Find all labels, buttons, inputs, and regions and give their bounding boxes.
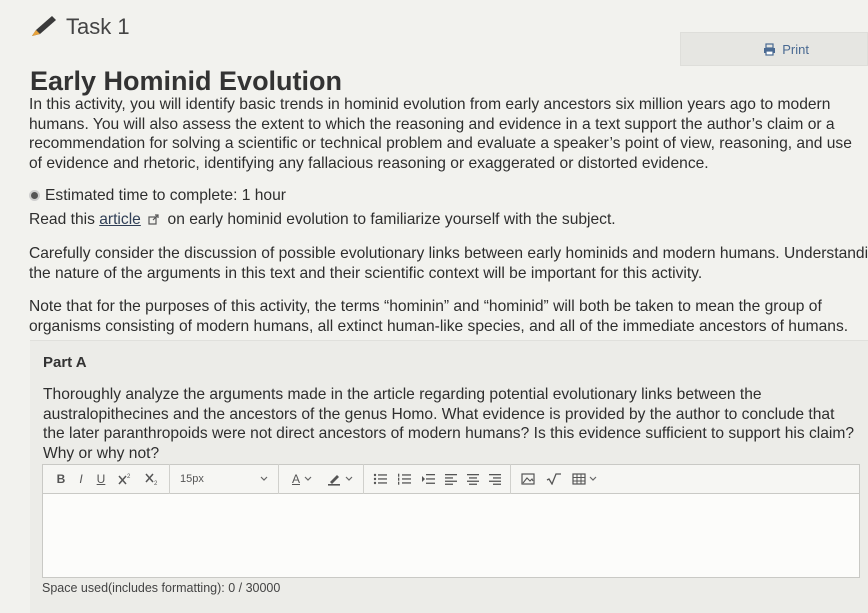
- align-center-icon: [467, 474, 479, 485]
- image-icon: [521, 473, 535, 485]
- chevron-down-icon: [589, 476, 596, 481]
- print-button[interactable]: Print: [680, 32, 868, 66]
- read-instruction: Read this article on early hominid evolu…: [29, 210, 616, 230]
- underline-button[interactable]: U: [91, 465, 111, 493]
- note-paragraph: Note that for the purposes of this activ…: [29, 298, 849, 335]
- font-color-icon: A: [291, 472, 300, 486]
- article-link[interactable]: article: [99, 211, 141, 228]
- estimated-time-text: Estimated time to complete: 1 hour: [45, 187, 286, 204]
- answer-editor[interactable]: [42, 494, 860, 578]
- page-title: Early Hominid Evolution: [30, 66, 343, 96]
- font-size-select[interactable]: 15px: [174, 465, 274, 493]
- toolbar-separator: [169, 464, 170, 494]
- superscript-button[interactable]: 2: [111, 465, 139, 493]
- align-center-button[interactable]: [462, 465, 484, 493]
- bullet-list-icon: [373, 473, 387, 485]
- consider-line-2: the nature of the arguments in this text…: [29, 264, 703, 282]
- font-color-button[interactable]: A: [283, 465, 321, 493]
- highlighter-icon: [328, 475, 340, 486]
- align-right-icon: [489, 474, 501, 485]
- consider-line-1: Carefully consider the discussion of pos…: [29, 245, 868, 262]
- highlight-button[interactable]: [321, 465, 359, 493]
- align-left-button[interactable]: [440, 465, 462, 493]
- task-label: Task 1: [66, 14, 130, 39]
- numbered-list-icon: [398, 473, 411, 485]
- svg-text:2: 2: [154, 481, 158, 486]
- bold-button[interactable]: B: [51, 465, 71, 493]
- estimated-time: Estimated time to complete: 1 hour: [29, 186, 286, 206]
- svg-text:2: 2: [127, 474, 131, 480]
- part-a-title: Part A: [43, 354, 87, 371]
- part-a-question: Thoroughly analyze the arguments made in…: [43, 386, 855, 462]
- subscript-button[interactable]: 2: [139, 465, 165, 493]
- consider-paragraph: Carefully consider the discussion of pos…: [29, 244, 868, 283]
- read-prefix: Read this: [29, 211, 95, 228]
- insert-equation-button[interactable]: [541, 465, 567, 493]
- chevron-down-icon: [345, 476, 353, 481]
- font-size-value: 15px: [180, 473, 204, 485]
- indent-button[interactable]: [416, 465, 440, 493]
- task-header: Task 1: [28, 14, 130, 40]
- superscript-icon: 2: [118, 474, 131, 485]
- table-icon: [571, 473, 586, 485]
- bullet-list-button[interactable]: [368, 465, 392, 493]
- chevron-down-icon: [260, 476, 268, 481]
- toolbar-separator: [363, 464, 364, 494]
- toolbar-separator: [278, 464, 279, 494]
- indent-icon: [422, 474, 435, 484]
- read-suffix: on early hominid evolution to familiariz…: [167, 211, 616, 228]
- insert-table-button[interactable]: [567, 465, 601, 493]
- align-right-button[interactable]: [484, 465, 506, 493]
- external-link-icon: [148, 214, 159, 225]
- print-label: Print: [782, 41, 809, 57]
- pencil-icon: [32, 16, 56, 36]
- square-root-icon: [546, 473, 561, 485]
- clock-icon: [29, 190, 40, 202]
- chevron-down-icon: [304, 476, 312, 481]
- insert-image-button[interactable]: [515, 465, 541, 493]
- intro-paragraph: In this activity, you will identify basi…: [29, 96, 852, 172]
- toolbar-separator: [510, 464, 511, 494]
- printer-icon: [764, 42, 776, 56]
- editor-toolbar: B I U 2 2 15px A: [42, 464, 860, 494]
- subscript-icon: 2: [145, 473, 158, 486]
- numbered-list-button[interactable]: [392, 465, 416, 493]
- align-left-icon: [445, 474, 457, 485]
- italic-button[interactable]: I: [71, 465, 91, 493]
- space-used-counter: Space used(includes formatting): 0 / 300…: [42, 581, 281, 595]
